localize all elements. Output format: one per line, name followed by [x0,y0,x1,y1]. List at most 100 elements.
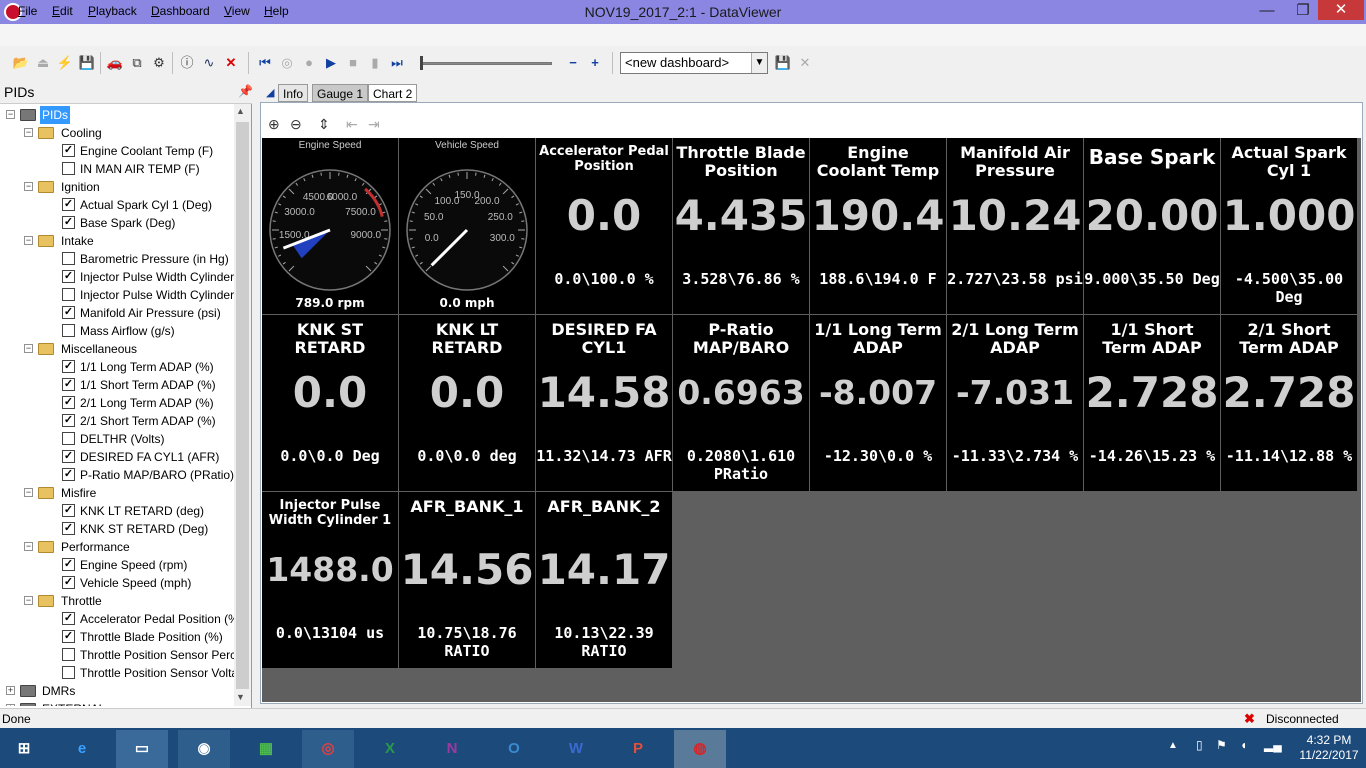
readout-knk-lt-retard[interactable]: KNK LT RETARD 0.0 0.0\0.0 deg [399,315,535,491]
checkbox[interactable]: ✓ [62,144,75,157]
collapse-icon[interactable]: − [24,236,33,245]
scroll-down-icon[interactable]: ▼ [236,692,245,702]
fit-icon[interactable]: ⇕ [318,116,330,133]
checkbox[interactable]: ✓ [62,270,75,283]
rewind-icon[interactable]: ⏮ [256,54,274,72]
collapse-icon[interactable]: − [24,596,33,605]
action-center-icon[interactable]: ⚑ [1216,738,1227,752]
readout-desired-fa-cyl1[interactable]: DESIRED FA CYL1 14.58 11.32\14.73 AFR [536,315,672,491]
zoom-plus-icon[interactable]: + [586,54,604,72]
readout-1-1-short-term-adap[interactable]: 1/1 Short Term ADAP 2.728 -14.26\15.23 % [1084,315,1220,491]
eject-icon[interactable]: ⏏ [34,54,52,72]
menu-playback[interactable]: Playback [88,4,137,18]
record-icon[interactable]: ● [300,54,318,72]
checkbox[interactable]: ✓ [62,612,75,625]
menu-dashboard[interactable]: Dashboard [151,4,210,18]
expand-icon[interactable]: + [6,686,15,695]
chrome-icon[interactable]: ◉ [178,730,230,768]
tab-chart-2[interactable]: Chart 2 [368,84,418,102]
readout-throttle-blade-position[interactable]: Throttle Blade Position 4.435 3.528\76.86 … [673,138,809,314]
word-icon[interactable]: W [550,730,602,768]
tray-chevron-icon[interactable]: ▲ [1168,740,1178,751]
collapse-icon[interactable]: − [6,110,15,119]
zoom-out-icon[interactable]: ⊖ [290,116,302,133]
fast-forward-icon[interactable]: ⏭ [388,54,406,72]
checkbox[interactable] [62,666,75,679]
chevron-down-icon[interactable]: ▼ [751,53,767,73]
zoom-in-icon[interactable]: ⊕ [268,116,280,133]
restore-button[interactable]: ❐ [1286,0,1320,22]
scroll-up-icon[interactable]: ▲ [236,106,245,116]
readout-afr-bank-2[interactable]: AFR_BANK_2 14.17 10.13\22.39 RATIO [536,492,672,668]
pin-icon[interactable]: 📌 [238,84,253,98]
zoom-minus-icon[interactable]: − [564,54,582,72]
minimize-button[interactable]: — [1250,0,1284,22]
ie-icon[interactable]: e [56,730,108,768]
readout-1-1-long-term-adap[interactable]: 1/1 Long Term ADAP -8.007 -12.30\0.0 % [810,315,946,491]
checkbox[interactable]: ✓ [62,198,75,211]
checkbox[interactable] [62,252,75,265]
stop-icon[interactable]: ■ [344,54,362,72]
gauge-engine-speed[interactable]: Engine Speed 1500.0 3000.0 4500.0 6000.0 7500… [262,138,398,314]
collapse-icon[interactable]: − [24,344,33,353]
readout-manifold-air-pressure[interactable]: Manifold Air Pressure 10.24 2.727\23.58 ps… [947,138,1083,314]
gauge-vehicle-speed[interactable]: Vehicle Speed 0.0 50.0 100.0 150.0 200.0 250.0… [399,138,535,314]
store-icon[interactable]: ▦ [240,730,292,768]
file-explorer-icon[interactable]: ▭ [116,730,168,768]
dataviewer-taskbar-icon[interactable]: ◍ [674,730,726,768]
collapse-icon[interactable]: − [24,488,33,497]
outlook-icon[interactable]: O [488,730,540,768]
start-icon[interactable]: ⊞ [4,730,44,768]
move-left-icon[interactable]: ⇤ [346,116,358,133]
readout-engine-coolant-temp[interactable]: Engine Coolant Temp 190.4 188.6\194.0 F [810,138,946,314]
play-icon[interactable]: ▶ [322,54,340,72]
info-icon[interactable]: ⓘ [178,54,196,72]
pause-icon[interactable]: ▮ [366,54,384,72]
onenote-icon[interactable]: N [426,730,478,768]
checkbox[interactable]: ✓ [62,468,75,481]
settings-icon[interactable]: ⚙ [150,54,168,72]
checkbox[interactable]: ✓ [62,450,75,463]
menu-view[interactable]: View [224,4,250,18]
checkbox[interactable]: ✓ [62,216,75,229]
readout-actual-spark-cyl-1[interactable]: Actual Spark Cyl 1 1.000 -4.500\35.00 Deg [1221,138,1357,314]
excel-icon[interactable]: X [364,730,416,768]
math-icon[interactable]: ∿ [200,54,218,72]
playback-slider[interactable] [420,62,552,65]
readout-accelerator-pedal-position[interactable]: Accelerator Pedal Position 0.0 0.0\100.0 % [536,138,672,314]
dashboard-select[interactable]: <new dashboard> ▼ [620,52,768,74]
tab-gauge-1[interactable]: Gauge 1 [312,84,369,102]
checkbox[interactable] [62,648,75,661]
readout-base-spark[interactable]: Base Spark 20.00 9.000\35.50 Deg [1084,138,1220,314]
menu-file[interactable]: File [18,4,37,18]
menu-help[interactable]: Help [264,4,289,18]
collapse-icon[interactable]: − [24,128,33,137]
checkbox[interactable]: ✓ [62,504,75,517]
playback-slider-thumb[interactable] [420,56,423,70]
readout-p-ratio-map-baro[interactable]: P-Ratio MAP/BARO 0.6963 0.2080\1.610 PRati… [673,315,809,491]
readout-2-1-short-term-adap[interactable]: 2/1 Short Term ADAP 2.728 -11.14\12.88 % [1221,315,1357,491]
powerpoint-icon[interactable]: P [612,730,664,768]
expand-icon[interactable]: + [6,704,15,706]
select-icon[interactable]: ⧉ [128,54,146,72]
app-globe-icon[interactable]: ◎ [302,730,354,768]
network-icon[interactable]: ▂▄ [1264,738,1282,752]
tab-info[interactable]: Info [278,84,309,102]
collapse-icon[interactable]: − [24,542,33,551]
checkbox[interactable] [62,432,75,445]
record-ring-icon[interactable]: ◎ [278,54,296,72]
readout-injector-pulse-width-cylinder-1[interactable]: Injector Pulse Width Cylinder 1 1488.0 0.0… [262,492,398,668]
pids-scroll-thumb[interactable] [236,122,249,689]
checkbox[interactable]: ✓ [62,576,75,589]
wand-icon[interactable]: ⚡ [56,54,74,72]
save-dashboard-icon[interactable]: 💾 [774,54,792,72]
checkbox[interactable]: ✓ [62,378,75,391]
clock[interactable]: 4:32 PM 11/22/2017 [1294,733,1364,763]
close-dashboard-icon[interactable]: ✕ [796,54,814,72]
move-right-icon[interactable]: ⇥ [368,116,380,133]
close-button[interactable]: ✕ [1318,0,1364,20]
checkbox[interactable]: ✓ [62,414,75,427]
readout-2-1-long-term-adap[interactable]: 2/1 Long Term ADAP -7.031 -11.33\2.734 % [947,315,1083,491]
delete-icon[interactable]: ✕ [222,54,240,72]
collapse-icon[interactable]: − [24,182,33,191]
